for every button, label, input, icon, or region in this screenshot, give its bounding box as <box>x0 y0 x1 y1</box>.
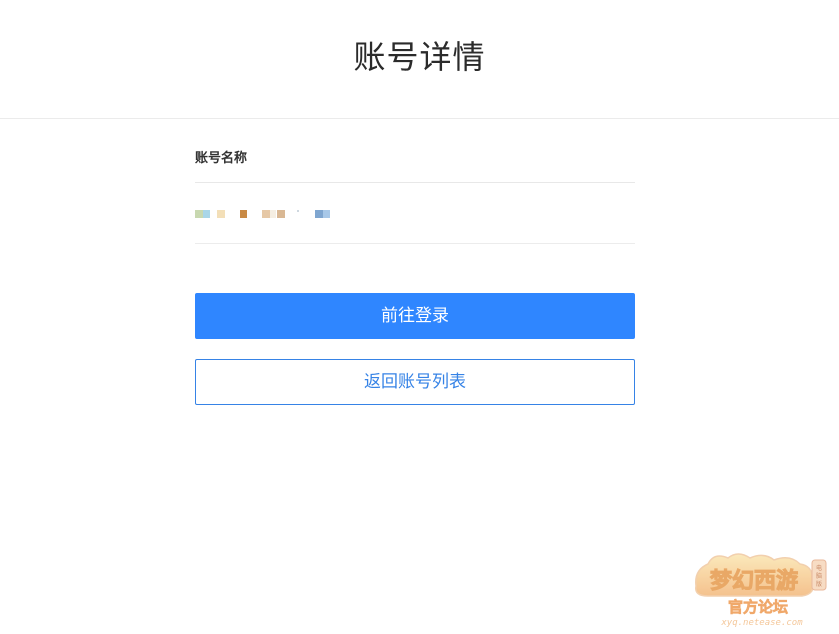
svg-text:电: 电 <box>816 564 822 572</box>
page-header: 账号详情 <box>0 0 839 119</box>
masked-pixel <box>315 210 323 218</box>
account-name-value-masked <box>195 210 335 219</box>
divider <box>195 182 635 183</box>
svg-text:梦幻西游: 梦幻西游 <box>710 568 798 594</box>
account-name-label: 账号名称 <box>195 151 248 166</box>
masked-pixel <box>262 210 270 218</box>
go-login-button[interactable]: 前往登录 <box>195 293 635 339</box>
masked-pixel <box>323 210 330 218</box>
masked-pixel <box>203 210 210 218</box>
masked-pixel <box>277 210 285 218</box>
masked-pixel <box>195 210 203 218</box>
masked-pixel <box>217 210 225 218</box>
divider <box>195 243 635 244</box>
back-to-account-list-button[interactable]: 返回账号列表 <box>195 359 635 405</box>
svg-text:脑: 脑 <box>816 572 822 580</box>
svg-text:官方论坛: 官方论坛 <box>728 598 788 616</box>
svg-text:版: 版 <box>816 580 822 588</box>
watermark-logo-graphic: 梦幻西游 电 脑 版 官方论坛 xyq.netease.com <box>695 553 827 628</box>
masked-pixel <box>270 210 276 218</box>
forum-watermark-logo: 梦幻西游 电 脑 版 官方论坛 xyq.netease.com <box>692 548 832 628</box>
svg-text:xyq.netease.com: xyq.netease.com <box>720 618 803 628</box>
masked-pixel <box>240 210 247 218</box>
page-title: 账号详情 <box>353 38 486 76</box>
masked-pixel <box>297 210 299 212</box>
